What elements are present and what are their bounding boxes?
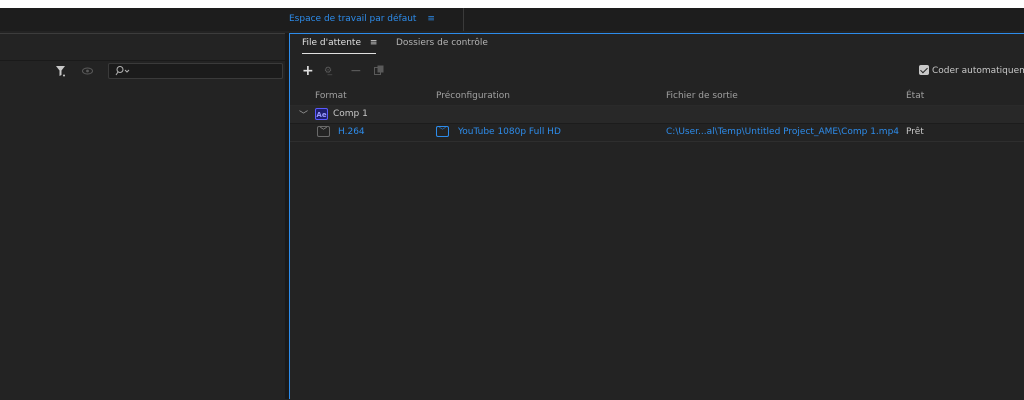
tab-menu-icon[interactable]: ≡ — [370, 38, 378, 48]
after-effects-icon: Ae — [315, 108, 328, 120]
search-icon — [115, 66, 130, 76]
add-source-icon[interactable]: + — [302, 62, 314, 80]
left-panel-tabbar — [0, 34, 285, 61]
search-input[interactable] — [108, 63, 283, 79]
filter-icon[interactable] — [55, 65, 66, 77]
column-output-file[interactable]: Fichier de sortie — [666, 91, 738, 101]
status-text: Prêt — [906, 127, 924, 137]
active-tab-underline — [302, 53, 376, 54]
hamburger-icon[interactable]: ≡ — [427, 14, 435, 24]
format-link[interactable]: H.264 — [338, 127, 365, 137]
auto-encode-label: Coder automatiquem — [932, 66, 1024, 76]
settings-icon[interactable]: ⚙̲ — [324, 62, 332, 80]
queue-column-headers: Format Préconfiguration Fichier de sorti… — [290, 89, 1024, 106]
left-panel-toolbar — [0, 62, 285, 80]
tab-queue-label: File d'attente — [302, 38, 361, 48]
workspace-divider — [463, 8, 464, 31]
top-window-edge — [0, 0, 1024, 8]
media-browser-panel — [0, 33, 285, 400]
tab-queue[interactable]: File d'attente ≡ — [302, 38, 378, 54]
format-dropdown-icon[interactable]: ﹀ — [317, 126, 330, 137]
duplicate-icon[interactable] — [374, 65, 385, 76]
preset-link[interactable]: YouTube 1080p Full HD — [458, 127, 561, 137]
composition-name: Comp 1 — [333, 109, 368, 119]
queue-toolbar: + ⚙̲ − Coder automatiquem — [290, 62, 1024, 80]
auto-encode-toggle[interactable]: Coder automatiquem — [919, 65, 1024, 76]
tab-watch-folders[interactable]: Dossiers de contrôle — [396, 38, 488, 48]
workspace-bar — [0, 8, 1024, 31]
output-file-link[interactable]: C:\User...al\Temp\Untitled Project_AME\C… — [666, 127, 899, 137]
queue-panel: File d'attente ≡ Dossiers de contrôle + … — [289, 33, 1024, 399]
column-format[interactable]: Format — [315, 91, 347, 101]
tab-watch-folders-label: Dossiers de contrôle — [396, 38, 488, 48]
chevron-down-icon[interactable]: ﹀ — [299, 108, 308, 121]
column-status[interactable]: État — [906, 91, 924, 101]
column-preset[interactable]: Préconfiguration — [436, 91, 510, 101]
workspace-tab[interactable]: Espace de travail par défaut ≡ — [289, 8, 445, 31]
auto-encode-checkbox[interactable] — [919, 65, 929, 75]
remove-icon[interactable]: − — [350, 62, 362, 80]
workspace-label: Espace de travail par défaut — [289, 14, 417, 24]
eye-icon[interactable] — [82, 66, 93, 76]
queue-group-row[interactable]: ﹀ Ae Comp 1 — [290, 106, 1024, 124]
preset-dropdown-icon[interactable]: ﹀ — [436, 126, 449, 137]
queue-item-row[interactable]: ﹀ H.264 ﹀ YouTube 1080p Full HD C:\User.… — [290, 124, 1024, 142]
